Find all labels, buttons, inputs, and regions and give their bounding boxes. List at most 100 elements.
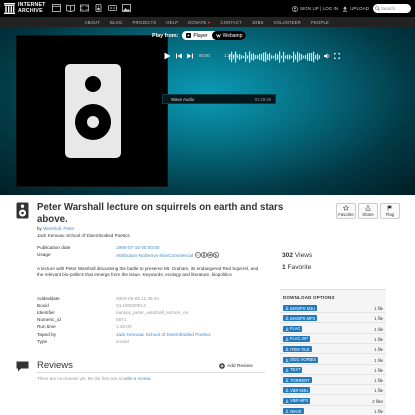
software-icon[interactable] xyxy=(108,4,117,12)
download-icon xyxy=(285,326,289,331)
next-track-icon[interactable] xyxy=(187,53,193,59)
download-option-row: ITEM TILE 1 file xyxy=(280,344,386,355)
download-option-link[interactable]: TEXT xyxy=(283,366,303,373)
previous-track-icon[interactable] xyxy=(176,53,182,59)
download-icon xyxy=(285,378,289,382)
texts-icon[interactable] xyxy=(66,4,75,12)
signup-login-button[interactable]: SIGN UP | LOG IN xyxy=(292,5,339,12)
top-right-controls: SIGN UP | LOG IN UPLOAD Search xyxy=(292,4,411,13)
download-option-link[interactable]: 64KBPS M3U xyxy=(283,305,318,311)
download-icon xyxy=(285,409,289,413)
favorite-label: Favorite xyxy=(338,212,354,217)
video-icon[interactable] xyxy=(80,4,89,12)
nav-bar: ABOUT BLOG PROJECTS HELP DONATE ♥ CONTAC… xyxy=(0,17,415,27)
download-option-name: 64KBPS MP3 xyxy=(290,315,316,321)
download-option-count: 1 file xyxy=(374,367,383,373)
nav-jobs[interactable]: JOBS xyxy=(252,20,264,25)
creator-link[interactable]: Warshall, Peter xyxy=(43,226,74,231)
views-count: 302 xyxy=(282,252,294,259)
publication-date-link[interactable]: 1990-07-15 00:00:00 xyxy=(116,245,160,250)
nav-help[interactable]: HELP xyxy=(166,20,178,25)
download-option-row: VBR M3U 1 file xyxy=(280,385,386,396)
download-icon xyxy=(285,388,289,393)
download-option-link[interactable]: VBR M3U xyxy=(283,387,311,394)
playlist-title: Wave Audio xyxy=(171,97,195,102)
volume-icon[interactable] xyxy=(324,53,331,59)
media-type-icons xyxy=(52,4,131,12)
nav-blog[interactable]: BLOG xyxy=(110,20,122,25)
download-option-name: ITEM TILE xyxy=(290,346,310,352)
web-icon[interactable] xyxy=(52,4,61,12)
download-option-link[interactable]: ITEM TILE xyxy=(283,346,312,353)
reviews-icon xyxy=(16,361,29,372)
item-title: Peter Warshall lecture on squirrels on e… xyxy=(37,202,284,225)
creative-commons-icons[interactable]: cc $ xyxy=(195,252,220,258)
item-description: A lecture with Peter Warshall discussing… xyxy=(37,266,259,277)
playlist-item[interactable]: Wave Audio 01:29:46 xyxy=(162,94,276,104)
download-option-row: OGG VORBIS 1 file xyxy=(280,355,386,365)
download-option-count: 1 file xyxy=(374,306,383,311)
download-option-name: WAVE xyxy=(290,408,302,414)
download-option-link[interactable]: VBR MP3 xyxy=(283,397,310,404)
search-placeholder: Search xyxy=(381,6,395,11)
meta-key: Publication date xyxy=(37,245,71,250)
download-option-row: FLAC ZIP 1 file xyxy=(280,334,386,344)
images-icon[interactable] xyxy=(122,4,131,12)
download-option-row: TORRENT 1 file xyxy=(280,375,386,386)
webamp-option[interactable]: Webamp xyxy=(211,31,247,40)
license-link[interactable]: Attribution-NoDerivs-NonCommercial xyxy=(116,253,193,258)
upload-icon xyxy=(342,6,348,12)
waveform-scrubber[interactable] xyxy=(228,48,320,66)
download-options-panel: DOWNLOAD OPTIONS 64KBPS M3U 1 file 64KBPS … xyxy=(280,289,386,415)
logo-line-2: ARCHIVE xyxy=(18,7,43,14)
download-option-row: FLAC 1 file xyxy=(280,324,386,334)
download-option-link[interactable]: WAVE xyxy=(283,408,304,414)
share-button[interactable]: Share xyxy=(358,203,378,219)
nav-contact[interactable]: CONTACT xyxy=(221,20,242,25)
download-option-link[interactable]: TORRENT xyxy=(283,377,312,384)
download-option-row: WAVE 1 file xyxy=(280,406,386,415)
favorites-stat: 1 Favorite xyxy=(282,264,312,271)
signup-login-label: SIGN UP | LOG IN xyxy=(299,6,339,11)
download-option-row: TEXT 1 file xyxy=(280,365,386,375)
write-review-link[interactable]: write a review xyxy=(123,376,150,381)
fullscreen-icon[interactable] xyxy=(334,53,340,59)
logo-wordmark[interactable]: INTERNET ARCHIVE xyxy=(18,2,46,14)
plus-circle-icon xyxy=(219,363,225,369)
meta-value[interactable]: Jack Kerouac School of Disembodied Poeti… xyxy=(116,332,211,337)
player-option[interactable]: Player xyxy=(182,31,212,40)
item-byline: by Warshall, Peter xyxy=(37,226,74,231)
share-icon xyxy=(365,205,371,211)
audio-item-icon xyxy=(16,202,29,219)
search-input[interactable]: Search xyxy=(373,4,411,13)
upload-button[interactable]: UPLOAD xyxy=(342,6,369,12)
flag-label: Flag xyxy=(385,212,395,217)
download-option-count: 1 file xyxy=(374,316,383,322)
user-icon xyxy=(292,5,298,12)
audio-icon[interactable] xyxy=(94,4,103,12)
download-option-link[interactable]: FLAC ZIP xyxy=(283,335,310,342)
flag-button[interactable]: Flag xyxy=(380,203,400,219)
nav-people[interactable]: PEOPLE xyxy=(311,20,329,25)
nav-volunteer[interactable]: VOLUNTEER xyxy=(274,20,301,25)
download-option-count: 1 file xyxy=(374,336,383,342)
reviews-divider xyxy=(37,372,265,373)
favorite-button[interactable]: Favorite xyxy=(336,203,356,219)
nav-projects[interactable]: PROJECTS xyxy=(132,20,156,25)
nav-about[interactable]: ABOUT xyxy=(85,20,100,25)
meta-value: naropa_peter_warshall_lecture_on xyxy=(116,310,189,316)
meta-key: Addeddate xyxy=(37,296,60,301)
meta-key: Identifier xyxy=(37,310,55,316)
meta-value: 1:30:00 xyxy=(116,324,132,330)
meta-key: Type xyxy=(37,338,48,344)
internet-archive-logo[interactable] xyxy=(3,2,16,15)
download-icon xyxy=(285,306,289,310)
download-option-link[interactable]: 64KBPS MP3 xyxy=(283,315,318,322)
current-time: 00:00 xyxy=(199,53,210,58)
play-button[interactable] xyxy=(164,52,171,60)
nav-donate[interactable]: DONATE ♥ xyxy=(188,20,210,25)
download-option-name: OGG VORBIS xyxy=(290,357,317,362)
add-review-button[interactable]: Add Review xyxy=(219,363,253,369)
download-option-link[interactable]: FLAC xyxy=(283,325,303,332)
download-option-link[interactable]: OGG VORBIS xyxy=(283,356,319,363)
